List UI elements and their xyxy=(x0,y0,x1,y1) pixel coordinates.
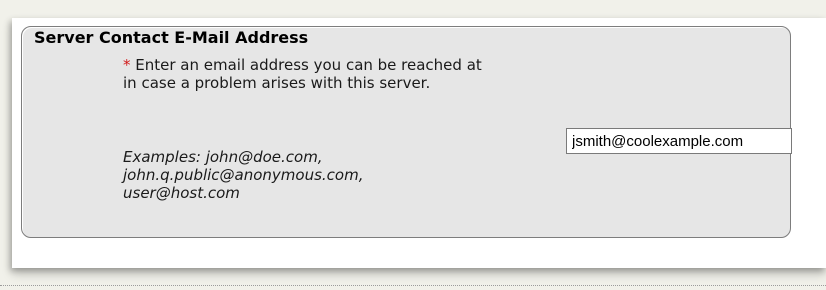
page: Server Contact E-Mail Address * Enter an… xyxy=(0,0,826,290)
examples-line-3: user@host.com xyxy=(123,184,240,202)
field-examples: Examples: john@doe.com, john.q.public@an… xyxy=(123,148,493,202)
email-field[interactable] xyxy=(566,128,792,154)
section-title: Server Contact E-Mail Address xyxy=(31,28,313,48)
divider xyxy=(0,285,826,286)
examples-line-2: john.q.public@anonymous.com, xyxy=(123,166,364,184)
required-marker: * xyxy=(123,56,131,74)
description-text: Enter an email address you can be reache… xyxy=(123,56,482,92)
examples-line-1: Examples: john@doe.com, xyxy=(123,148,323,166)
field-description: * Enter an email address you can be reac… xyxy=(123,56,493,92)
